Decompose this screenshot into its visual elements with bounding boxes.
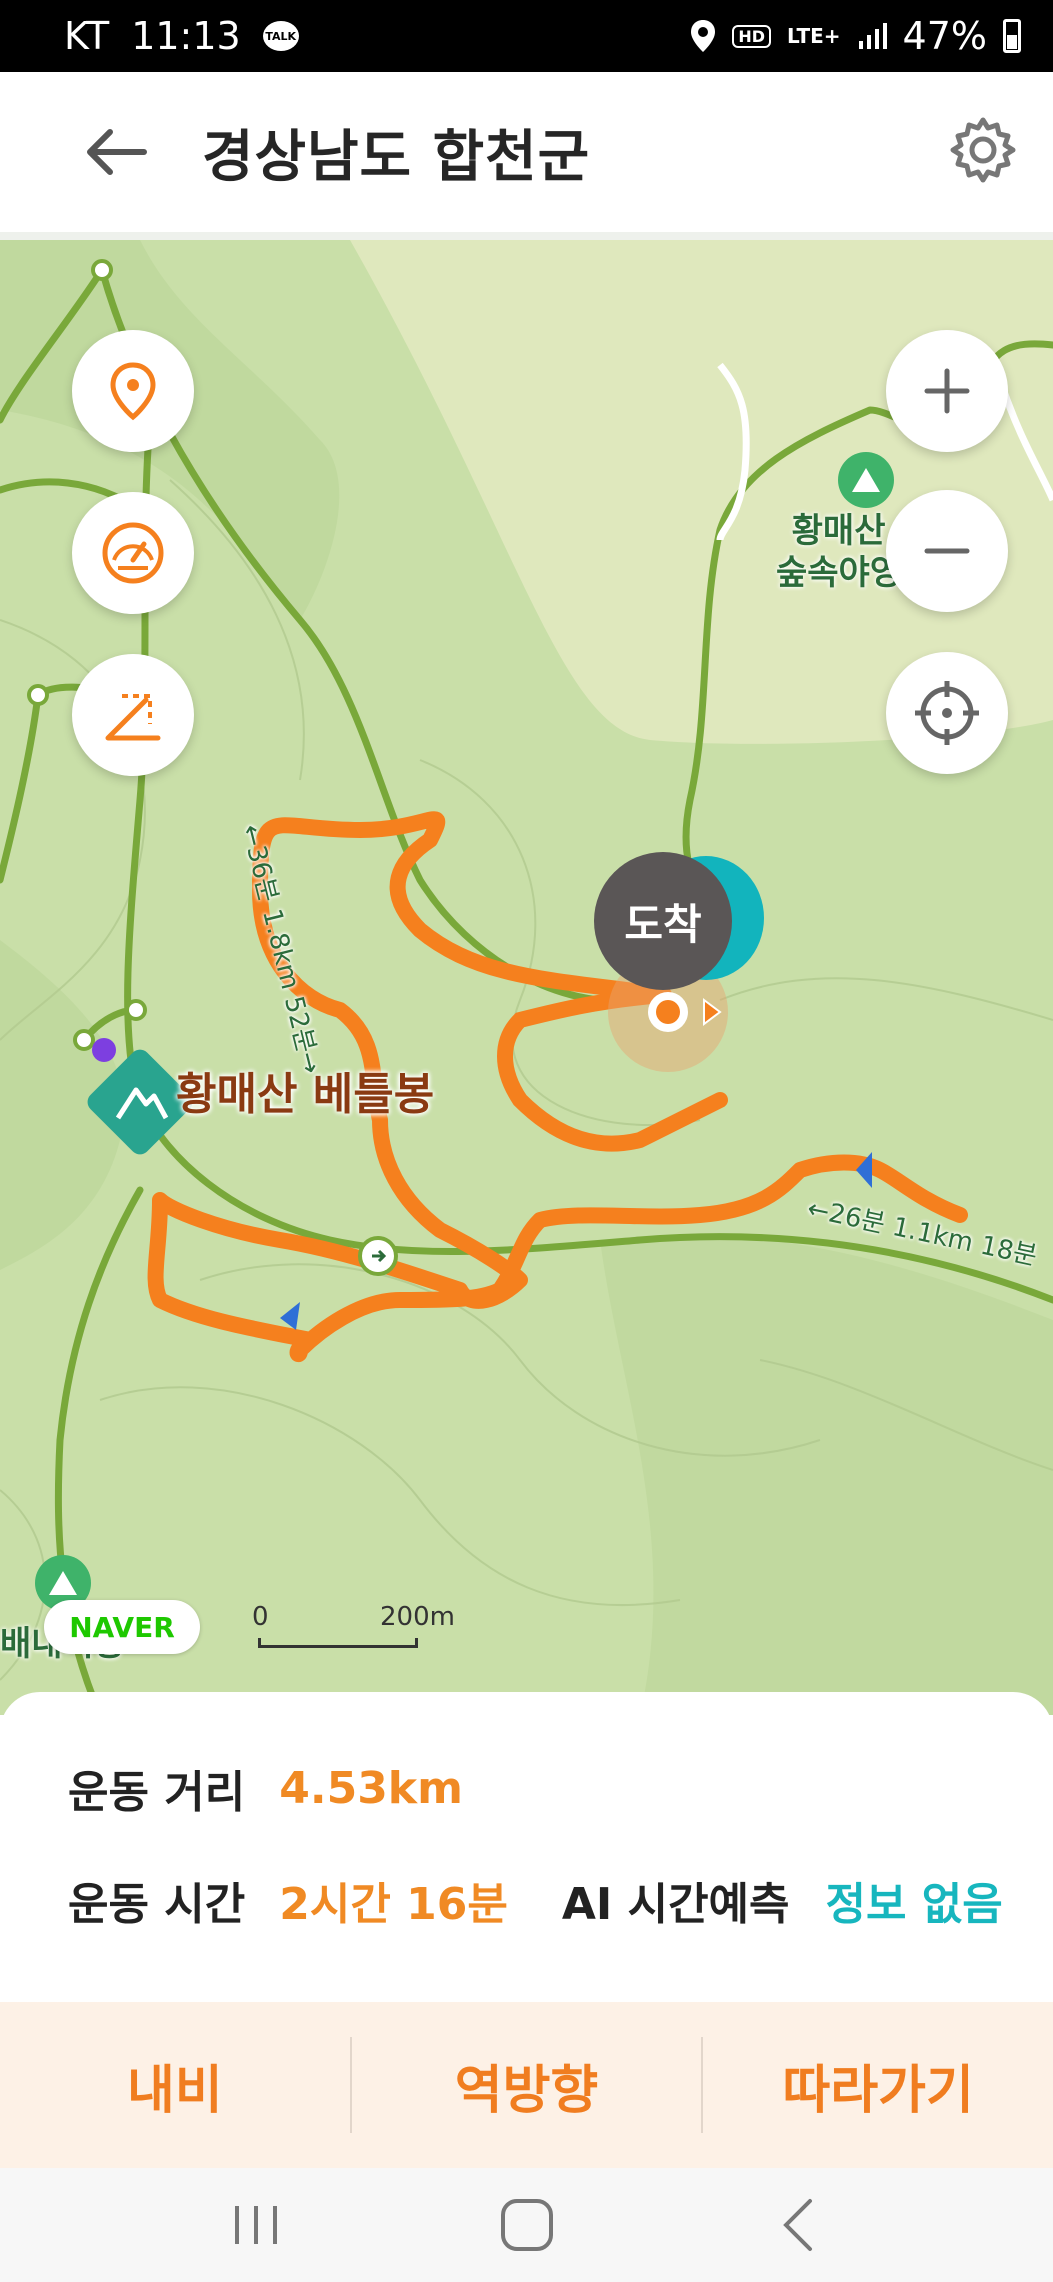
follow-button[interactable]: 따라가기 xyxy=(703,2002,1053,2168)
slope-button[interactable] xyxy=(72,654,194,776)
reverse-button[interactable]: 역방향 xyxy=(352,2002,702,2168)
time-value: 2시간 16분 xyxy=(279,1879,508,1930)
kakaotalk-icon: TALK xyxy=(262,21,299,51)
scale-start-label: 0 xyxy=(252,1602,269,1632)
zoom-in-icon xyxy=(924,368,970,414)
naver-logo: NAVER xyxy=(44,1600,200,1654)
map-view[interactable]: 도착 황매산 베틀봉 황매산 숲속야영 배내기봉 ←36분 1.8km 52분→… xyxy=(0,240,1053,1715)
campsite-label-line2: 숲속야영 xyxy=(776,553,902,593)
clock: 11:13 xyxy=(131,14,241,58)
home-icon xyxy=(500,2199,553,2251)
speedometer-icon xyxy=(102,522,164,584)
scale-bar xyxy=(258,1638,418,1648)
location-pin-icon xyxy=(110,362,156,421)
recent-apps-button[interactable] xyxy=(206,2185,306,2265)
settings-button[interactable] xyxy=(943,110,1023,190)
carrier: KT xyxy=(64,14,110,58)
status-bar: KT 11:13 TALK HD LTE+ 47% xyxy=(0,0,1053,72)
map-scale: 0 200m xyxy=(252,1602,455,1654)
distance-label: 운동 거리 xyxy=(68,1767,246,1818)
recent-apps-icon xyxy=(234,2206,277,2244)
lte-indicator: LTE+ xyxy=(787,24,841,48)
scale-end-label: 200m xyxy=(380,1602,455,1632)
arrival-marker[interactable]: 도착 xyxy=(594,852,732,990)
zoom-in-button[interactable] xyxy=(886,330,1008,452)
arrow-left-icon xyxy=(87,129,147,175)
crosshair-icon xyxy=(915,681,979,745)
campsite-label[interactable]: 황매산 숲속야영 xyxy=(776,510,901,594)
home-button[interactable] xyxy=(477,2185,577,2265)
current-location-button[interactable] xyxy=(886,652,1008,774)
gear-icon xyxy=(950,117,1016,183)
zoom-out-icon xyxy=(924,548,970,554)
ai-prediction-value: 정보 없음 xyxy=(825,1879,1003,1930)
hd-voice-icon: HD xyxy=(732,24,772,48)
system-back-button[interactable] xyxy=(748,2185,848,2265)
campsite-label-line1: 황매산 xyxy=(791,511,886,551)
map-base xyxy=(0,240,1053,1715)
battery-icon xyxy=(1003,19,1021,53)
page-title: 경상남도 합천군 xyxy=(202,124,591,190)
speedometer-button[interactable] xyxy=(72,492,194,614)
location-icon xyxy=(691,20,716,52)
system-nav-bar xyxy=(0,2168,1053,2282)
location-pin-button[interactable] xyxy=(72,330,194,452)
signal-icon xyxy=(858,23,887,49)
zoom-out-button[interactable] xyxy=(886,490,1008,612)
distance-row: 운동 거리 4.53km xyxy=(68,1756,463,1820)
header: 경상남도 합천군 xyxy=(0,72,1053,240)
back-button[interactable] xyxy=(70,106,162,198)
battery-percent: 47% xyxy=(902,14,987,58)
back-icon xyxy=(782,2199,812,2251)
time-row: 운동 시간 2시간 16분 AI 시간예측 정보 없음 xyxy=(68,1868,1003,1932)
ai-prediction-label: AI 시간예측 xyxy=(561,1879,790,1930)
distance-value: 4.53km xyxy=(279,1762,463,1814)
time-label: 운동 시간 xyxy=(68,1879,246,1930)
navi-button[interactable]: 내비 xyxy=(0,2002,350,2168)
slope-icon xyxy=(105,694,161,741)
action-bar: 내비 역방향 따라가기 xyxy=(0,2002,1053,2168)
info-panel: 운동 거리 4.53km 운동 시간 2시간 16분 AI 시간예측 정보 없음 xyxy=(0,1692,1053,2002)
